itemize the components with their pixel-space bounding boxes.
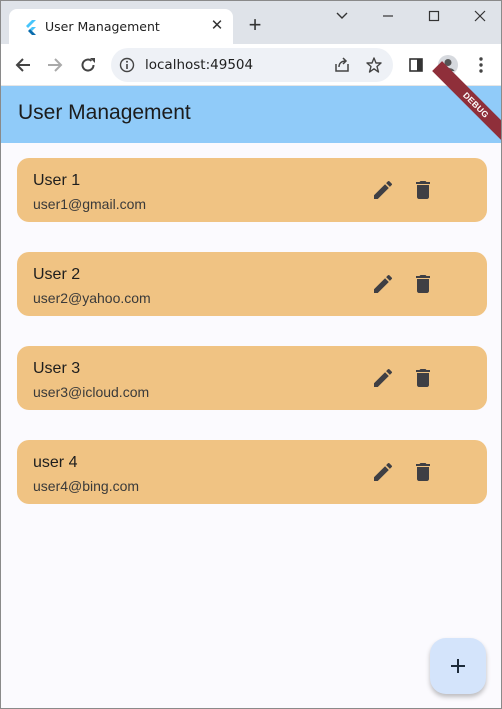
new-tab-button[interactable]: + [243,13,267,37]
delete-icon[interactable] [411,460,435,484]
browser-tab[interactable]: User Management ✕ [9,9,233,44]
user-list-item[interactable]: User 1 user1@gmail.com [17,158,487,222]
site-info-icon[interactable] [119,57,135,73]
browser-toolbar: localhost:49504 [1,44,501,86]
flutter-favicon-icon [26,20,36,35]
tab-strip: User Management ✕ + [1,1,501,44]
close-window-button[interactable] [457,1,501,33]
minimize-button[interactable] [365,1,411,33]
back-button[interactable] [9,51,37,79]
address-bar[interactable]: localhost:49504 [111,48,393,82]
edit-icon[interactable] [371,366,395,390]
user-name: user 4 [33,454,78,471]
user-email: user1@gmail.com [33,196,147,212]
delete-icon[interactable] [411,272,435,296]
tab-search-icon[interactable] [319,1,365,33]
user-name: User 3 [33,360,81,377]
add-icon [451,659,465,673]
page-title: User Management [18,101,191,124]
edit-icon[interactable] [371,272,395,296]
bookmark-star-icon[interactable] [365,56,383,74]
browser-window: User Management ✕ + localhost:49504 User… [0,0,502,709]
url-text[interactable]: localhost:49504 [145,57,253,73]
tab-title: User Management [45,19,160,34]
user-name: User 1 [33,172,81,189]
delete-icon[interactable] [411,178,435,202]
share-icon[interactable] [333,56,351,74]
user-list-item[interactable]: user 4 user4@bing.com [17,440,487,504]
tab-close-icon[interactable]: ✕ [207,16,227,36]
browser-menu-icon[interactable] [467,51,495,79]
edit-icon[interactable] [371,178,395,202]
add-user-button[interactable] [430,638,486,694]
user-name: User 2 [33,266,81,283]
user-list-item[interactable]: User 3 user3@icloud.com [17,346,487,410]
maximize-button[interactable] [411,1,457,33]
reload-button[interactable] [74,51,102,79]
delete-icon[interactable] [411,366,435,390]
edit-icon[interactable] [371,460,395,484]
user-email: user2@yahoo.com [33,290,151,306]
forward-button[interactable] [41,51,69,79]
side-panel-icon[interactable] [402,51,430,79]
app-bar: User Management [1,86,501,143]
user-email: user4@bing.com [33,478,140,494]
user-list-item[interactable]: User 2 user2@yahoo.com [17,252,487,316]
user-email: user3@icloud.com [33,384,150,400]
